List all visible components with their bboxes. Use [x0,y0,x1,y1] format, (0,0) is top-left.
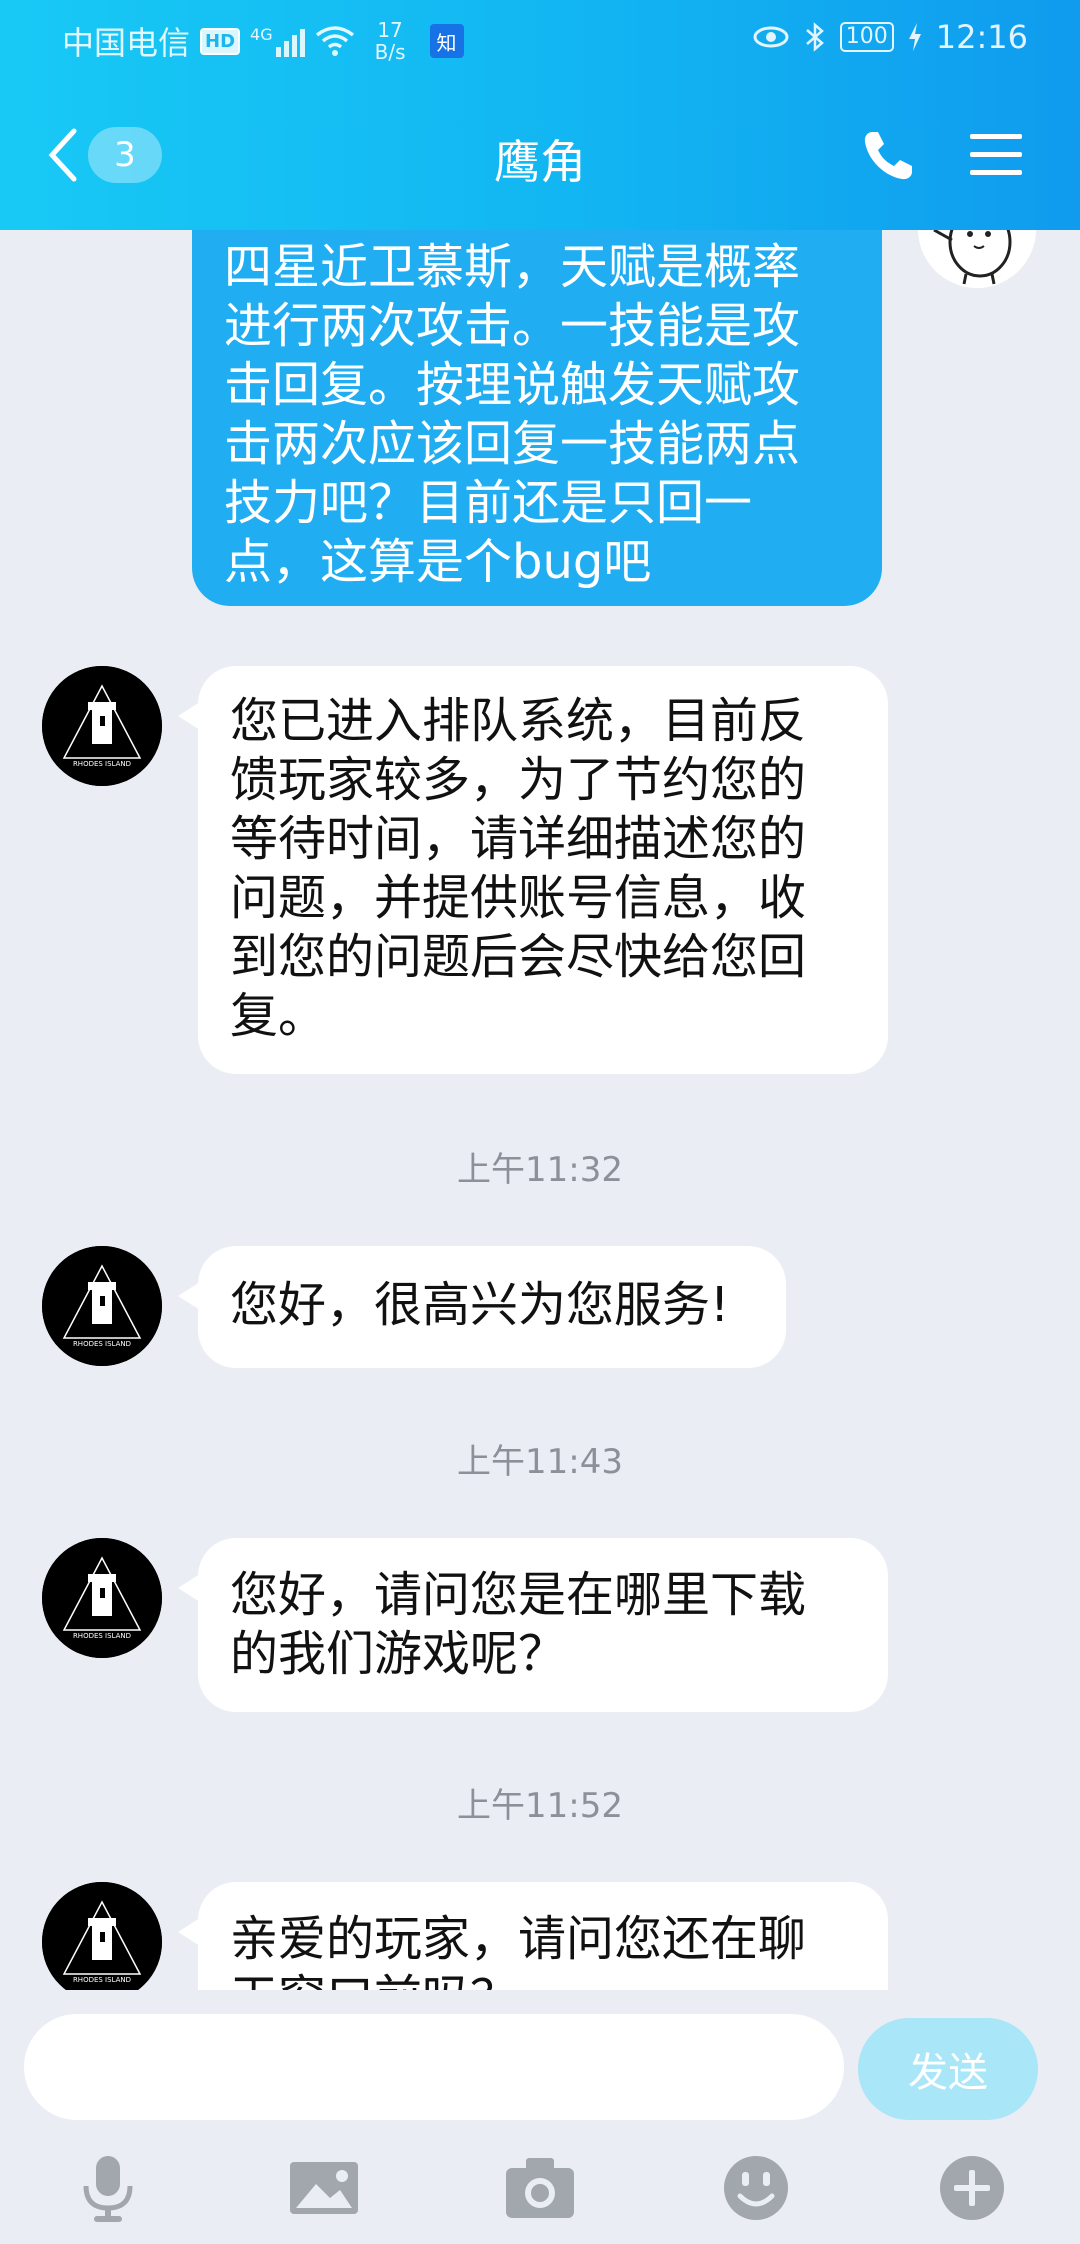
cartoon-avatar-icon [918,230,1036,288]
bluetooth-icon [805,22,824,52]
status-bar: 中国电信 HD 4G 17 B/s 知 100 12:16 [0,0,1080,80]
message-timestamp: 上午11:52 [457,1786,623,1826]
message-text: 亲爱的玩家，请问您还在聊天窗口前吗？ [230,1911,807,1990]
status-bar-right: 100 12:16 [752,18,1028,56]
image-icon [290,2162,358,2214]
voice-input-button[interactable] [70,2150,146,2226]
network-speed-value: 17 [377,18,403,42]
avatar-logo-text: RHODES ISLAND [73,760,131,768]
message-timestamp: 上午11:43 [457,1442,623,1482]
network-speed: 17 B/s [375,19,406,63]
support-avatar[interactable]: RHODES ISLAND [42,1246,162,1366]
message-list[interactable]: 四星近卫慕斯，天赋是概率进行两次攻击。一技能是攻击回复。按理说触发天赋攻击两次应… [0,230,1080,1990]
rhodes-island-logo-icon: RHODES ISLAND [42,1246,162,1366]
rhodes-island-logo-icon: RHODES ISLAND [42,1882,162,1990]
microphone-icon [83,2156,133,2222]
call-button[interactable] [858,126,918,186]
carrier-label: 中国电信 [62,24,191,62]
incoming-message-bubble[interactable]: 您好，很高兴为您服务! [178,1246,786,1368]
support-avatar[interactable]: RHODES ISLAND [42,666,162,786]
incoming-message-bubble[interactable]: 亲爱的玩家，请问您还在聊天窗口前吗？ [178,1882,888,1990]
more-options-button[interactable] [934,2150,1010,2226]
emoji-icon [724,2156,788,2220]
send-button[interactable]: 发送 [858,2018,1038,2120]
wifi-icon [315,26,354,56]
rhodes-island-logo-icon: RHODES ISLAND [42,1538,162,1658]
zhihu-notification-icon: 知 [429,24,464,58]
camera-icon [506,2158,574,2218]
battery-indicator: 100 [839,22,894,52]
eye-comfort-icon [753,26,789,48]
network-type-label: 4G [250,25,273,44]
emoji-button[interactable] [718,2150,794,2226]
message-timestamp: 上午11:32 [457,1150,623,1190]
hd-badge: HD [200,27,241,55]
camera-button[interactable] [502,2150,578,2226]
phone-icon [864,132,912,180]
incoming-message-bubble[interactable]: 您好，请问您是在哪里下载的我们游戏呢？ [178,1538,888,1712]
my-avatar[interactable] [918,230,1036,288]
message-text: 您已进入排队系统，目前反馈玩家较多，为了节约您的等待时间，请详细描述您的问题，并… [230,693,807,1044]
avatar-logo-text: RHODES ISLAND [73,1632,131,1640]
status-bar-left: 中国电信 HD 4G 17 B/s 知 [62,18,464,64]
status-bar-time: 12:16 [935,18,1028,56]
outgoing-message-bubble[interactable]: 四星近卫慕斯，天赋是概率进行两次攻击。一技能是攻击回复。按理说触发天赋攻击两次应… [192,230,882,606]
avatar-logo-text: RHODES ISLAND [73,1976,131,1984]
message-text: 您好，很高兴为您服务! [230,1277,730,1333]
support-avatar[interactable]: RHODES ISLAND [42,1882,162,1990]
charging-icon [908,23,921,51]
signal-icon: 4G [250,25,305,57]
chat-header: 中国电信 HD 4G 17 B/s 知 100 12:16 3 鹰角 [0,0,1080,230]
menu-button[interactable] [966,130,1026,180]
support-avatar[interactable]: RHODES ISLAND [42,1538,162,1658]
chat-title: 鹰角 [494,135,586,189]
message-input[interactable] [24,2014,844,2120]
input-bar: 发送 [0,1990,1080,2244]
image-button[interactable] [286,2150,362,2226]
rhodes-island-logo-icon: RHODES ISLAND [42,666,162,786]
message-text: 四星近卫慕斯，天赋是概率进行两次攻击。一技能是攻击回复。按理说触发天赋攻击两次应… [224,239,801,590]
incoming-message-bubble[interactable]: 您已进入排队系统，目前反馈玩家较多，为了节约您的等待时间，请详细描述您的问题，并… [178,666,888,1074]
message-text: 您好，请问您是在哪里下载的我们游戏呢？ [230,1567,807,1682]
hamburger-menu-icon [970,134,1022,175]
plus-icon [940,2156,1004,2220]
network-speed-unit: B/s [374,40,406,64]
avatar-logo-text: RHODES ISLAND [73,1340,131,1348]
